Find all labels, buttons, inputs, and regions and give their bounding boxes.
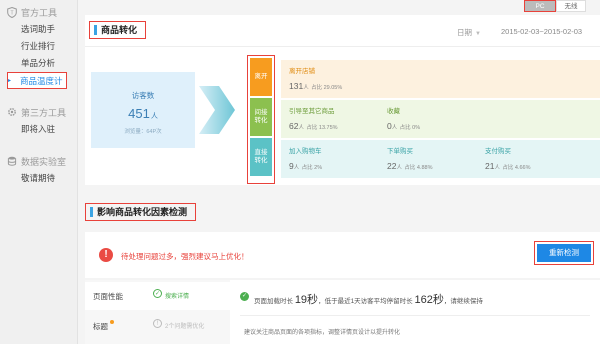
order-stat: 下单购买 22人 占比 4.88% [387,145,432,171]
stat-value: 9人 占比 2% [289,161,323,171]
load-time-value: 19秒 [294,294,319,306]
visitor-value: 451 [128,106,150,121]
summary-suffix: ，请继续保持 [443,298,483,305]
recheck-button-wrap: 重新检测 [534,241,594,265]
factor-tabs: 页面性能 ✓ 搜索详情 标题 ! 2个问题需优化 [85,280,230,344]
conversion-header: 商品转化 日期 ▼ 2015-02-03~2015-02-03 [85,15,600,47]
toggle-wireless[interactable]: 无线 [556,0,586,12]
platform-toggle: PC 无线 [524,0,586,12]
shield-icon: T [6,6,17,18]
payment-stat: 支付购买 21人 占比 4.66% [485,145,530,171]
title-accent-bar [94,25,97,35]
recheck-button[interactable]: 重新检测 [537,244,591,262]
summary-mid: ，低于最近1天访客平均停留时长 [318,298,413,305]
section-title-text: 商品转化 [101,24,138,35]
section-title-factors: 影响商品转化因素检测 [85,203,197,221]
visitor-box: 访客数 451人 浏览量：64P次 [91,72,195,148]
guide-other-stat: 引导至其它商品 62人 占比 13.75% [289,105,338,131]
sidebar-item-coming-soon[interactable]: 即将入驻 [0,121,77,138]
tab-status: 搜索详情 [165,294,190,300]
load-time-summary: 页面加载时长 19秒，低于最近1天访客平均停留时长 162秒，请继续保持 [254,291,483,307]
tab-label: 页面性能 [93,292,123,301]
stat-title: 离开店铺 [289,68,315,75]
stat-value: 0人 占比 0% [387,121,421,131]
visitor-label: 访客数 [131,91,155,100]
funnel-stage-direct: 直接 转化 [250,138,272,176]
check-circle-icon: ✓ [240,292,249,301]
check-circle-icon: ✓ [153,289,162,298]
date-range: 2015-02-03~2015-02-03 [501,27,583,36]
toggle-pc[interactable]: PC [524,0,556,12]
summary-prefix: 页面加载时长 [254,298,293,305]
stat-value: 22人 占比 4.88% [387,161,433,171]
sidebar-group-third-party: 第三方工具 [0,103,77,121]
sidebar-item-stay-tuned[interactable]: 敬请期待 [0,170,77,187]
direct-row: 加入购物车 9人 占比 2% 下单购买 22人 占比 4.88% 支付购买 21… [281,140,600,178]
stat-value: 21人 占比 4.66% [485,161,531,171]
tab-label: 标题 [93,322,108,331]
factor-detail-panel: 页面性能 ✓ 搜索详情 标题 ! 2个问题需优化 ✓ 页面加载时长 19秒，低于… [85,280,600,344]
stat-title: 支付购买 [485,148,511,155]
funnel-stage-label: 直接 转化 [254,149,268,164]
visitor-count: 451人 [91,106,195,121]
funnel-stage-label: 间接 转化 [254,109,268,124]
sidebar-item-keyword-helper[interactable]: 选词助手 [0,21,77,38]
advice-text: 建议关注商品页面的各项指标，调整详情页设计以提升转化 [244,330,401,336]
factor-detection-section: 影响商品转化因素检测 ! 待处理问题过多，强烈建议马上优化！ 重新检测 页面性能… [85,196,600,344]
factor-detail-content: ✓ 页面加载时长 19秒，低于最近1天访客平均停留时长 162秒，请继续保持 建… [230,280,600,344]
sidebar-item-item-analysis[interactable]: 单品分析 [0,55,77,72]
stat-title: 下单购买 [387,148,413,155]
stat-title: 加入购物车 [289,148,322,155]
divider [240,315,590,316]
sidebar-group-label: 第三方工具 [21,107,67,118]
notification-dot-icon [110,320,114,324]
section-title-conversion: 商品转化 [89,21,147,39]
sidebar-item-label: 商品温度计 [20,76,63,86]
warning-icon: ! [99,248,113,262]
tab-title[interactable]: 标题 ! 2个问题需优化 [85,312,230,340]
sidebar: T 官方工具 选词助手 行业排行 单品分析 商品温度计 第三方工具 即将入驻 数… [0,0,78,344]
visitor-unit: 人 [150,113,158,120]
title-accent-bar [90,207,93,217]
alert-banner: ! 待处理问题过多，强烈建议马上优化！ [85,232,600,278]
alert-message: 待处理问题过多，强烈建议马上优化！ [121,252,249,261]
flow-arrow-icon [199,86,235,134]
date-dropdown[interactable]: 日期 ▼ [457,27,481,38]
sidebar-group-label: 数据实验室 [21,156,67,167]
sidebar-group-official: T 官方工具 [0,3,77,21]
svg-text:T: T [10,10,13,16]
funnel-stage-leave: 离开 [250,58,272,96]
stat-value: 62人 占比 13.75% [289,121,338,131]
funnel-stages: 离开 间接 转化 直接 转化 [247,55,275,184]
funnel-stage-indirect: 间接 转化 [250,98,272,136]
tab-page-performance[interactable]: 页面性能 ✓ 搜索详情 [85,282,230,310]
indirect-row: 引导至其它商品 62人 占比 13.75% 收藏 0人 占比 0% [281,100,600,138]
date-label: 日期 [457,28,472,37]
info-icon: ! [153,319,162,328]
tab-status: 2个问题需优化 [165,324,205,330]
section-title-text: 影响商品转化因素检测 [97,206,188,217]
stay-time-value: 162秒 [414,294,444,306]
stat-title: 引导至其它商品 [289,108,335,115]
sidebar-item-industry-ranking[interactable]: 行业排行 [0,38,77,55]
leave-row: 离开店铺 131人 占比 29.05% [281,60,600,98]
database-icon [6,156,17,167]
gear-icon [6,107,17,118]
favorite-stat: 收藏 0人 占比 0% [387,105,420,131]
sidebar-group-label: 官方工具 [21,7,58,18]
pageview-count: 浏览量：64P次 [124,129,162,135]
sidebar-group-data-lab: 数据实验室 [0,152,77,170]
conversion-card: 商品转化 日期 ▼ 2015-02-03~2015-02-03 访客数 451人 … [85,15,600,185]
chevron-down-icon: ▼ [475,31,481,37]
add-to-cart-stat: 加入购物车 9人 占比 2% [289,145,322,171]
stat-title: 收藏 [387,108,400,115]
stat-value: 131人 占比 29.05% [289,81,343,91]
sidebar-item-product-thermometer[interactable]: 商品温度计 [7,72,67,90]
leave-store-stat: 离开店铺 131人 占比 29.05% [289,65,342,91]
